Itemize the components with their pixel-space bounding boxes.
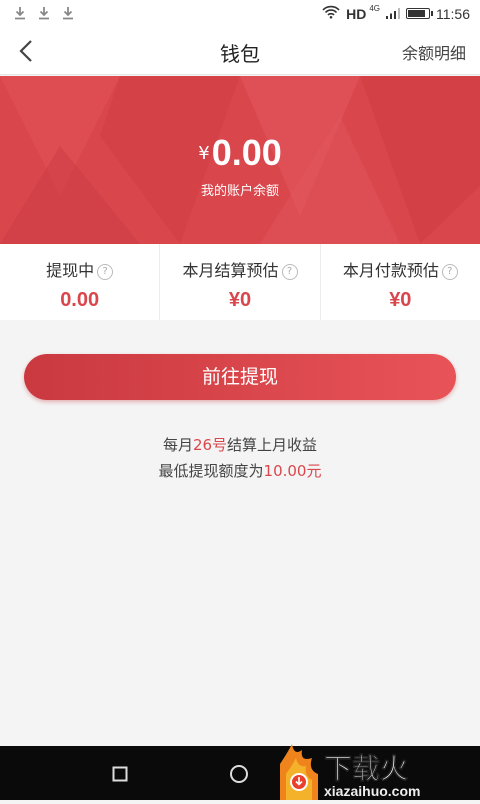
balance-amount: ¥0.00 — [0, 132, 480, 174]
min-withdraw-info: 最低提现额度为10.00元 — [0, 460, 480, 481]
recents-button[interactable] — [112, 766, 128, 786]
stat-value: ¥0 — [228, 289, 252, 311]
network-label: HD — [346, 5, 367, 22]
stat-title: 提现中 — [46, 261, 95, 280]
info-highlight: 10.00元 — [263, 462, 322, 480]
watermark-url: xiazaihuo.com — [324, 783, 420, 799]
download-icon — [38, 6, 50, 20]
battery-level — [408, 10, 426, 17]
help-icon[interactable]: ? — [281, 264, 298, 280]
withdraw-button[interactable]: 前往提现 — [24, 354, 456, 400]
info-text: 每月 — [162, 436, 193, 454]
stat-title: 本月结算预估 — [182, 261, 279, 280]
download-icon — [14, 6, 26, 20]
nav-bar: 钱包 余额明细 — [0, 28, 480, 75]
status-time: 11:56 — [436, 5, 470, 22]
help-icon[interactable]: ? — [97, 264, 114, 280]
stats-row: 提现中? 0.00 本月结算预估? ¥0 本月付款预估? ¥0 — [0, 244, 480, 320]
stat-monthly-payment: 本月付款预估? ¥0 — [321, 244, 480, 320]
watermark: 下载火 xiazaihuo.com — [278, 744, 474, 800]
balance-label: 我的账户余额 — [200, 184, 279, 199]
signal-icon — [386, 6, 400, 22]
balance-value: 0.00 — [211, 132, 282, 173]
info-text: 最低提现额度为 — [158, 462, 264, 480]
stat-withdrawing: 提现中? 0.00 — [0, 244, 161, 320]
stat-value: ¥0 — [389, 289, 412, 311]
balance-details-link[interactable]: 余额明细 — [402, 40, 466, 64]
info-highlight: 26号 — [192, 436, 228, 454]
stat-value: 0.00 — [60, 289, 100, 311]
stat-monthly-settlement: 本月结算预估? ¥0 — [160, 244, 321, 320]
settlement-info: 每月26号结算上月收益 — [0, 434, 480, 455]
status-bar: HD 4G 11:56 — [0, 0, 480, 28]
network-type: 4G — [369, 4, 380, 13]
balance-card: ¥0.00 我的账户余额 — [0, 76, 480, 244]
stat-title: 本月付款预估 — [342, 261, 439, 280]
info-text: 结算上月收益 — [227, 436, 318, 454]
watermark-logo: 下载火 xiazaihuo.com — [280, 744, 420, 800]
circle-icon — [230, 765, 248, 783]
battery-icon — [406, 8, 433, 19]
square-icon — [112, 766, 128, 782]
home-button[interactable] — [229, 764, 249, 788]
watermark-brand: 下载火 — [324, 752, 408, 785]
wifi-icon — [322, 5, 340, 22]
help-icon[interactable]: ? — [441, 264, 458, 280]
download-icon — [62, 6, 74, 20]
currency-symbol: ¥ — [198, 143, 210, 164]
